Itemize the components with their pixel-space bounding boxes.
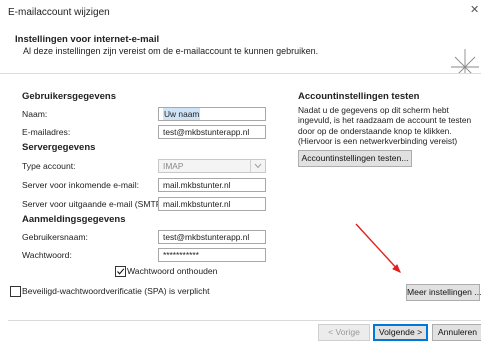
incoming-server-label: Server voor inkomende e-mail:: [22, 180, 140, 190]
test-settings-description: Nadat u de gegevens op dit scherm hebt i…: [298, 105, 472, 146]
cancel-button[interactable]: Annuleren: [432, 324, 481, 341]
spa-label: Beveiligd-wachtwoordverificatie (SPA) is…: [22, 286, 210, 296]
red-arrow-icon: [355, 223, 401, 273]
username-field[interactable]: test@mkbstunterapp.nl: [158, 230, 266, 244]
test-account-button[interactable]: Accountinstellingen testen...: [298, 150, 412, 167]
incoming-server-field[interactable]: mail.mkbstunter.nl: [158, 178, 266, 192]
password-field[interactable]: ***********: [158, 248, 266, 262]
back-button: < Vorige: [318, 324, 370, 341]
password-label: Wachtwoord:: [22, 250, 72, 260]
remember-password-checkbox[interactable]: [115, 266, 126, 277]
header-title: Instellingen voor internet-e-mail: [15, 34, 160, 45]
spa-checkbox[interactable]: [10, 286, 21, 297]
next-button[interactable]: Volgende >: [373, 324, 428, 341]
name-value: Uw naam: [163, 108, 201, 120]
email-field[interactable]: test@mkbstunterapp.nl: [158, 125, 266, 139]
outgoing-server-label: Server voor uitgaande e-mail (SMTP):: [22, 199, 167, 209]
chevron-down-icon: [250, 160, 265, 172]
close-icon[interactable]: ✕: [470, 3, 479, 16]
remember-password-label: Wachtwoord onthouden: [127, 266, 218, 276]
username-label: Gebruikersnaam:: [22, 232, 88, 242]
header-subtitle: Al deze instellingen zijn vereist om de …: [23, 46, 319, 56]
login-info-heading: Aanmeldingsgegevens: [22, 214, 126, 225]
window-title: E-mailaccount wijzigen: [8, 7, 110, 18]
test-settings-heading: Accountinstellingen testen: [298, 91, 420, 102]
account-type-value: IMAP: [163, 161, 184, 171]
user-info-heading: Gebruikersgegevens: [22, 91, 116, 102]
account-type-label: Type account:: [22, 161, 76, 171]
checkmark-icon: [117, 268, 125, 275]
name-field[interactable]: Uw naam: [158, 107, 266, 121]
dialog-header: Instellingen voor internet-e-mail Al dez…: [0, 22, 481, 86]
name-label: Naam:: [22, 109, 48, 119]
outgoing-server-field[interactable]: mail.mkbstunter.nl: [158, 197, 266, 211]
email-label: E-mailadres:: [22, 127, 71, 137]
account-type-select: IMAP: [158, 159, 266, 173]
title-bar: E-mailaccount wijzigen ✕: [0, 0, 481, 22]
more-settings-button[interactable]: Meer instellingen ...: [406, 284, 481, 301]
server-info-heading: Servergegevens: [22, 142, 96, 153]
footer-separator: [8, 320, 481, 321]
